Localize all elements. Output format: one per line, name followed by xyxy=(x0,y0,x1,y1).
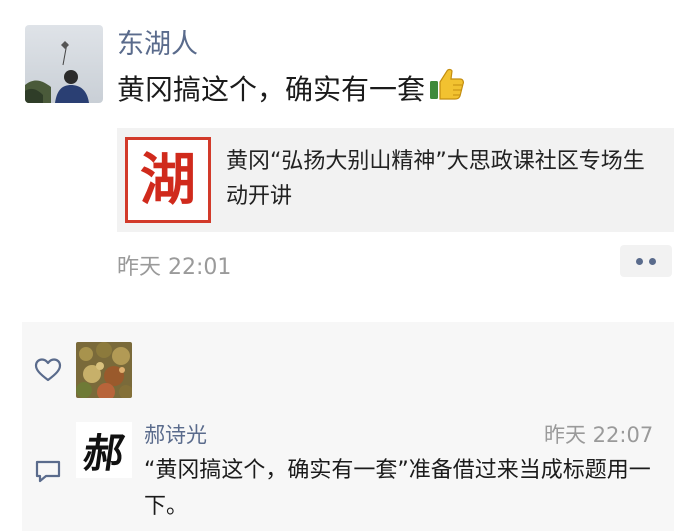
post-time: 昨天 22:01 xyxy=(117,255,232,280)
commenter-avatar[interactable]: 郝 xyxy=(76,422,132,478)
post-text-content: 黄冈搞这个，确实有一套 xyxy=(117,72,426,106)
more-icon xyxy=(636,257,643,265)
interaction-panel: 郝 郝诗光 昨天 22:07 “黄冈搞这个，确实有一套”准备借过来当成标题用一下… xyxy=(22,322,674,531)
comment-text[interactable]: “黄冈搞这个，确实有一套”准备借过来当成标题用一下。 xyxy=(144,453,664,525)
thumbs-up-icon xyxy=(429,67,465,108)
link-thumbnail-char: 湖 xyxy=(140,147,196,213)
link-thumbnail: 湖 xyxy=(125,137,211,223)
link-title: 黄冈“弘扬大别山精神”大思政课社区专场生动开讲 xyxy=(226,149,645,209)
heart-icon xyxy=(34,357,62,387)
link-card[interactable]: 湖 黄冈“弘扬大别山精神”大思政课社区专场生动开讲 xyxy=(117,128,674,232)
post-author-avatar[interactable] xyxy=(25,25,103,103)
more-button[interactable] xyxy=(620,245,672,277)
post-text: 黄冈搞这个，确实有一套 xyxy=(117,67,465,108)
more-icon-dot xyxy=(649,257,656,265)
post-author-name[interactable]: 东湖人 xyxy=(117,22,198,61)
commenter-avatar-char: 郝 xyxy=(80,430,127,477)
commenter-name[interactable]: 郝诗光 xyxy=(144,419,207,449)
comment-time: 昨天 22:07 xyxy=(544,423,654,447)
comment-icon xyxy=(34,459,62,489)
liker-avatar[interactable] xyxy=(76,342,132,398)
